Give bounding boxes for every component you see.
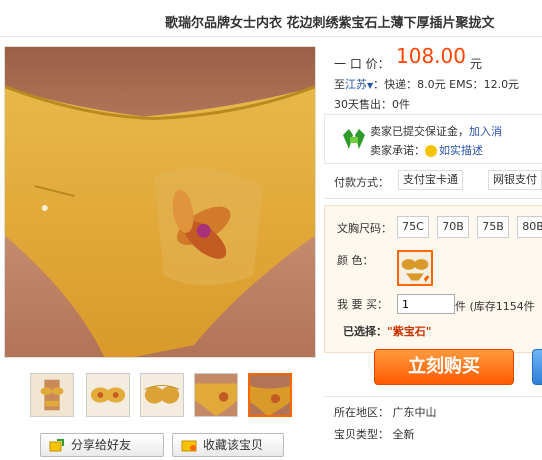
quantity-input[interactable] <box>397 294 455 314</box>
thumbnail-art <box>141 374 183 416</box>
price-value: 108.00 <box>396 44 466 68</box>
shipping-info: 至江苏▼：快递：8.0元 EMS：12.0元 <box>334 76 519 92</box>
thumbnail-5-selected[interactable] <box>248 373 292 417</box>
seller-promise: 卖家承诺： 如实描述 <box>370 142 483 158</box>
divider <box>324 396 542 397</box>
size-option-75b[interactable]: 75B <box>477 216 509 238</box>
share-button[interactable]: 分享给好友 <box>40 433 164 457</box>
color-option-amethyst[interactable] <box>397 250 433 286</box>
price-label: 一 口 价： <box>334 57 390 71</box>
deposit-notice: 卖家已提交保证金，加入消 <box>370 123 502 139</box>
color-swatch-art <box>399 252 431 284</box>
divider <box>324 198 542 199</box>
promise-label: 卖家承诺： <box>370 144 425 157</box>
thumbnail-art <box>250 375 290 415</box>
payment-option-alipay-card[interactable]: 支付宝卡通 <box>398 170 463 190</box>
thumbnail-strip <box>30 373 300 419</box>
thumbnail-art <box>31 374 73 416</box>
consumer-protection-link[interactable]: 加入消 <box>469 125 502 138</box>
accurate-description-link[interactable]: 如实描述 <box>439 144 483 157</box>
sku-selector: 文胸尺码： 75C 70B 75B 80B 颜 色： 我 要 买： 件 (库存1… <box>324 205 542 353</box>
deposit-text: 卖家已提交保证金， <box>370 125 469 138</box>
buy-now-button[interactable]: 立刻购买 <box>374 349 514 385</box>
color-label: 颜 色： <box>337 254 374 267</box>
seller-guarantee-box: 卖家已提交保证金，加入消 卖家承诺： 如实描述 <box>324 114 542 164</box>
thumbnail-art <box>87 374 129 416</box>
thumbnail-1[interactable] <box>30 373 74 417</box>
folder-star-icon <box>181 440 197 452</box>
thumbnail-4[interactable] <box>194 373 238 417</box>
selected-summary: 已选择："紫宝石" <box>343 323 431 339</box>
share-icon <box>49 439 64 452</box>
thumbnail-art <box>195 374 237 416</box>
main-product-image[interactable] <box>4 46 316 358</box>
stock-info: 件 (库存1154件 <box>455 300 535 313</box>
quantity-label: 我 要 买： <box>337 298 388 311</box>
condition-info: 宝贝类型： 全新 <box>334 428 415 441</box>
title-divider <box>0 36 542 37</box>
favorite-button[interactable]: 收藏该宝贝 <box>172 433 284 457</box>
shipping-prefix: 至 <box>334 78 345 91</box>
selected-label: 已选择： <box>343 325 387 338</box>
thumbnail-2[interactable] <box>86 373 130 417</box>
size-option-70b[interactable]: 70B <box>437 216 469 238</box>
selected-value: "紫宝石" <box>387 325 432 338</box>
favorite-label: 收藏该宝贝 <box>203 438 264 452</box>
payment-label: 付款方式： <box>334 176 389 189</box>
thumbnail-3[interactable] <box>140 373 184 417</box>
lightbulb-icon <box>425 145 437 157</box>
shipping-fees: ：快递：8.0元 EMS：12.0元 <box>373 78 520 91</box>
region-info: 所在地区： 广东中山 <box>334 406 437 419</box>
payment-option-online-bank[interactable]: 网银支付 <box>488 170 542 190</box>
add-to-cart-button[interactable] <box>532 349 542 385</box>
product-photo-art <box>5 47 315 357</box>
price-unit: 元 <box>470 57 483 71</box>
size-option-75c[interactable]: 75C <box>397 216 429 238</box>
product-title: 歌瑞尔品牌女士内衣 花边刺绣紫宝石上薄下厚插片聚拢文 <box>165 16 495 31</box>
share-label: 分享给好友 <box>71 438 132 452</box>
size-option-80b[interactable]: 80B <box>517 216 542 238</box>
shipping-location-selector[interactable]: 江苏 <box>345 78 367 91</box>
sales-count: 30天售出：0件 <box>334 98 410 111</box>
size-label: 文胸尺码： <box>337 222 392 235</box>
handshake-icon <box>343 129 365 149</box>
